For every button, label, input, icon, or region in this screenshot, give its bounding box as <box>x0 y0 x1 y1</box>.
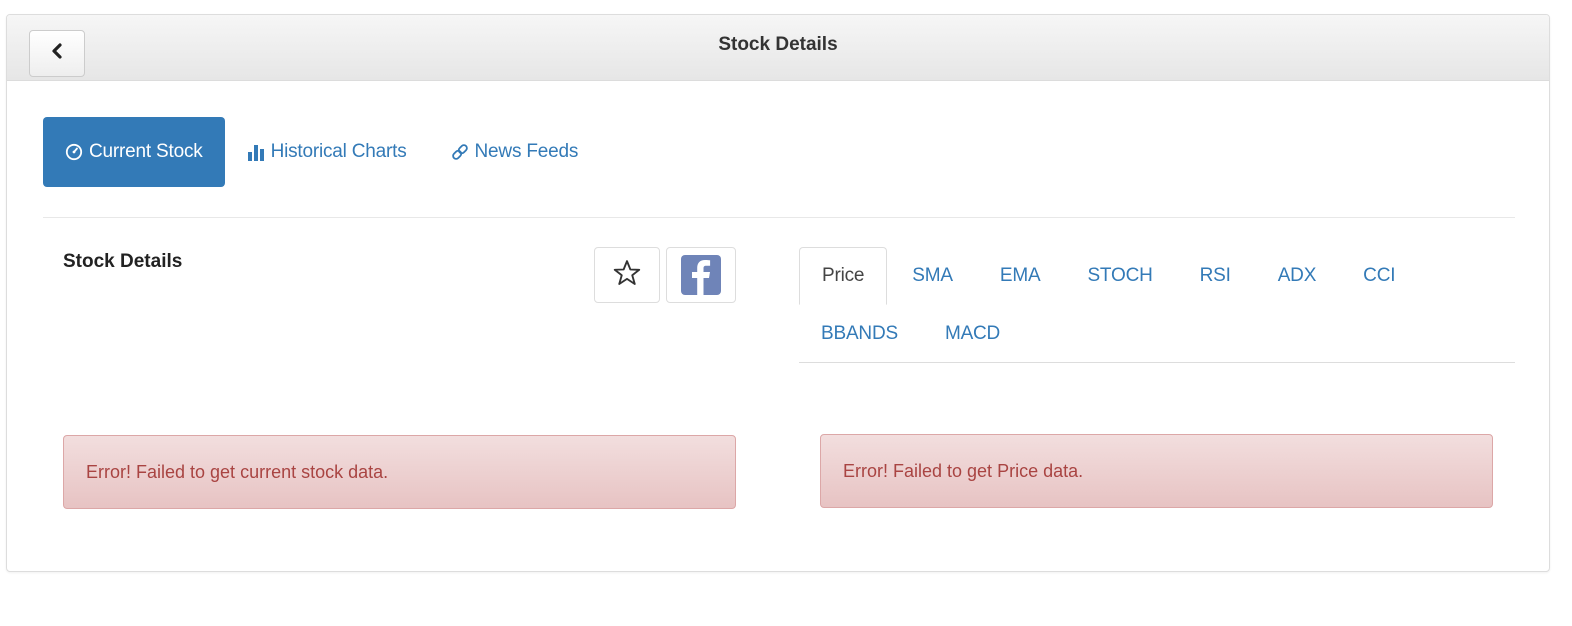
price-data-error-alert: Error! Failed to get Price data. <box>820 434 1493 508</box>
stock-data-error-alert: Error! Failed to get current stock data. <box>63 435 736 509</box>
nav-current-stock[interactable]: Current Stock <box>43 117 225 187</box>
section-divider <box>43 217 1515 218</box>
page-title: Stock Details <box>718 34 838 55</box>
dashboard-icon <box>65 143 83 161</box>
nav-current-stock-label: Current Stock <box>89 141 203 162</box>
nav-news-feeds-label: News Feeds <box>474 141 579 162</box>
panel-heading: Stock Details <box>7 15 1549 81</box>
link-icon <box>451 143 469 161</box>
tab-macd[interactable]: MACD <box>923 305 1022 363</box>
star-outline-icon <box>612 258 642 293</box>
nav-news-feeds[interactable]: News Feeds <box>429 117 601 187</box>
indicator-tabs: Price SMA EMA STOCH RSI ADX CCI BBANDS M… <box>799 247 1515 363</box>
bar-chart-icon <box>247 143 265 161</box>
main-nav: Current Stock Historical Charts News Fee… <box>43 117 600 187</box>
nav-historical-charts-label: Historical Charts <box>270 141 407 162</box>
stock-details-heading: Stock Details <box>63 251 183 272</box>
tab-rsi[interactable]: RSI <box>1178 247 1253 305</box>
facebook-share-button[interactable] <box>666 247 736 303</box>
favorite-button[interactable] <box>594 247 660 303</box>
nav-historical-charts[interactable]: Historical Charts <box>225 117 429 187</box>
tab-bbands[interactable]: BBANDS <box>799 305 920 363</box>
tab-sma[interactable]: SMA <box>890 247 975 305</box>
tab-price[interactable]: Price <box>799 247 888 305</box>
tab-stoch[interactable]: STOCH <box>1065 247 1174 305</box>
facebook-icon <box>681 255 721 295</box>
tab-cci[interactable]: CCI <box>1341 247 1417 305</box>
tab-adx[interactable]: ADX <box>1256 247 1338 305</box>
tab-ema[interactable]: EMA <box>978 247 1063 305</box>
stock-details-panel: Stock Details Current Stock Historical C… <box>6 14 1550 572</box>
